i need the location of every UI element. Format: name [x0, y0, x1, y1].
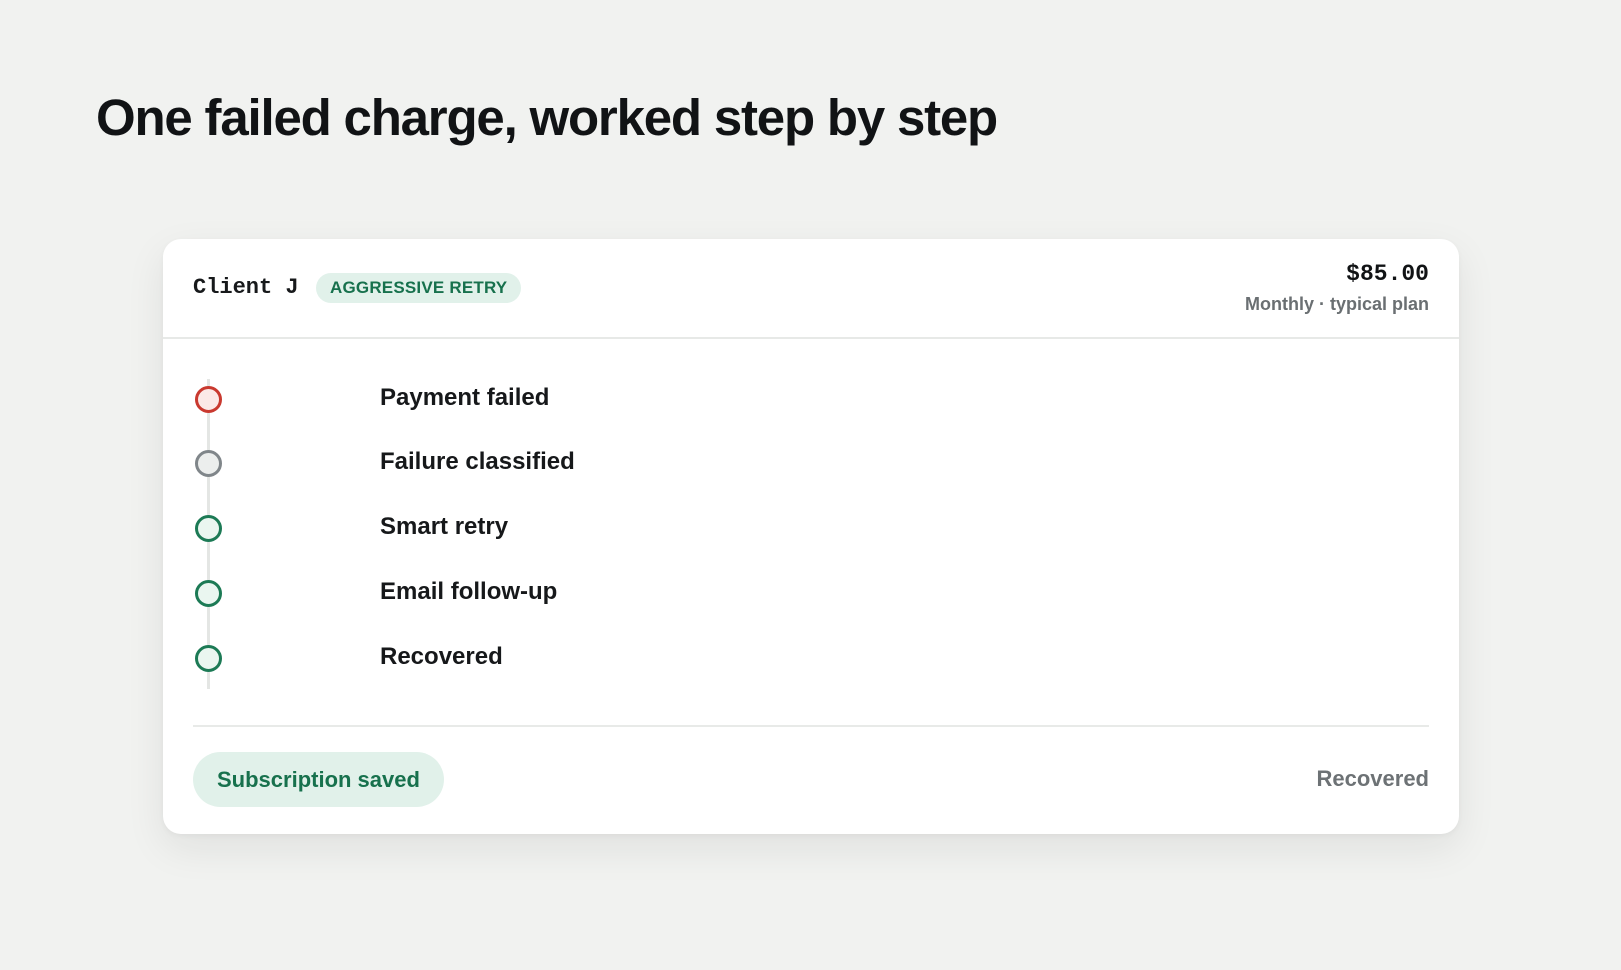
step-label: Payment failed: [380, 384, 550, 411]
step-status-dot-icon: [195, 386, 222, 413]
charge-amount: $85.00: [1346, 261, 1429, 287]
client-name: Client J: [193, 275, 299, 300]
step-label: Failure classified: [380, 448, 575, 475]
step-label: Smart retry: [380, 513, 509, 540]
card-header: Client J AGGRESSIVE RETRY $85.00 Monthly…: [163, 239, 1459, 339]
step-label: Email follow-up: [380, 578, 558, 605]
subscription-saved-badge: Subscription saved: [193, 752, 444, 807]
timeline-step-email-follow-up: Email follow-up: [163, 573, 1459, 613]
page-title: One failed charge, worked step by step: [96, 89, 998, 146]
step-timeline: Payment failed Failure classified Smart …: [163, 379, 1459, 689]
timeline-step-recovered: Recovered: [163, 638, 1459, 678]
timeline-step-payment-failed: Payment failed: [163, 379, 1459, 419]
strategy-badge: AGGRESSIVE RETRY: [316, 273, 522, 303]
step-status-dot-icon: [195, 580, 222, 607]
timeline-step-failure-classified: Failure classified: [163, 443, 1459, 483]
result-status: Recovered: [1316, 766, 1429, 791]
charge-card: Client J AGGRESSIVE RETRY $85.00 Monthly…: [163, 239, 1459, 834]
timeline-step-smart-retry: Smart retry: [163, 508, 1459, 548]
card-divider: [193, 725, 1429, 727]
step-label: Recovered: [380, 643, 503, 670]
step-status-dot-icon: [195, 450, 222, 477]
step-status-dot-icon: [195, 515, 222, 542]
step-status-dot-icon: [195, 645, 222, 672]
plan-note: Monthly · typical plan: [1244, 294, 1429, 314]
